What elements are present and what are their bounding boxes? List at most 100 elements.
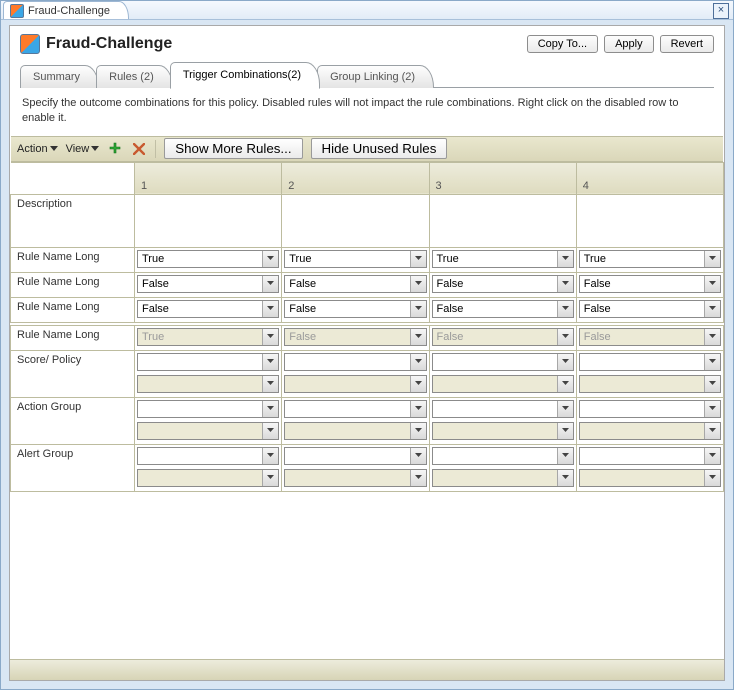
- alertgroup-col2-select[interactable]: [284, 447, 426, 465]
- rule2-col1-select[interactable]: False: [137, 275, 279, 293]
- header-blank: [11, 162, 135, 194]
- rule3-col3-select[interactable]: False: [432, 300, 574, 318]
- row-label-alert-group: Alert Group: [11, 444, 135, 491]
- row-rule-1: Rule Name Long True True True True: [11, 247, 724, 272]
- panel-icon: [20, 34, 40, 54]
- tab-description: Specify the outcome combinations for thi…: [10, 88, 724, 136]
- alertgroup2-col4-select[interactable]: [579, 469, 721, 487]
- titlebar: Fraud-Challenge ×: [1, 1, 733, 20]
- status-bar: [10, 659, 724, 680]
- actiongroup-col3-select[interactable]: [432, 400, 574, 418]
- actiongroup-col4-select[interactable]: [579, 400, 721, 418]
- delete-button[interactable]: [131, 141, 147, 157]
- row-rule-2: Rule Name Long False False False False: [11, 272, 724, 297]
- action-menu[interactable]: Action: [17, 143, 58, 155]
- tab-group-linking[interactable]: Group Linking (2): [317, 65, 434, 88]
- col-header-2[interactable]: 2: [282, 162, 429, 194]
- tab-bar: Summary Rules (2) Trigger Combinations(2…: [20, 62, 714, 88]
- actiongroup2-col2-select[interactable]: [284, 422, 426, 440]
- row-action-group: Action Group: [11, 397, 724, 444]
- column-header-row: 1 2 3 4: [11, 162, 724, 194]
- revert-button[interactable]: Revert: [660, 35, 714, 53]
- combinations-grid: 1 2 3 4 Description Rule Name Long True …: [10, 162, 724, 492]
- tab-summary[interactable]: Summary: [20, 65, 99, 88]
- row-score-policy: Score/ Policy: [11, 350, 724, 397]
- alertgroup-col4-select[interactable]: [579, 447, 721, 465]
- row-rule-3: Rule Name Long False False False False: [11, 297, 724, 322]
- view-menu[interactable]: View: [66, 143, 100, 155]
- rule2-col2-select[interactable]: False: [284, 275, 426, 293]
- col-header-3[interactable]: 3: [429, 162, 576, 194]
- score-col1-select[interactable]: [137, 353, 279, 371]
- window-tab-title: Fraud-Challenge: [28, 5, 110, 17]
- grid-empty-area: [10, 492, 724, 659]
- alertgroup2-col1-select[interactable]: [137, 469, 279, 487]
- score-col3-select[interactable]: [432, 353, 574, 371]
- grid-toolbar: Action View Show More Rules... Hide Unus…: [11, 136, 723, 162]
- policy-col4-select[interactable]: [579, 375, 721, 393]
- desc-cell-2[interactable]: [282, 194, 429, 247]
- plus-icon: [108, 142, 122, 156]
- main-panel: Fraud-Challenge Copy To... Apply Revert …: [9, 25, 725, 681]
- x-icon: [133, 143, 145, 155]
- row-label-rule2: Rule Name Long: [11, 272, 135, 297]
- app-icon: [10, 4, 24, 18]
- copy-to-button[interactable]: Copy To...: [527, 35, 598, 53]
- rule2-col4-select[interactable]: False: [579, 275, 721, 293]
- rule4-col3-select[interactable]: False: [432, 328, 574, 346]
- rule3-col2-select[interactable]: False: [284, 300, 426, 318]
- hide-unused-rules-button[interactable]: Hide Unused Rules: [311, 138, 448, 159]
- alertgroup2-col2-select[interactable]: [284, 469, 426, 487]
- rule1-col4-select[interactable]: True: [579, 250, 721, 268]
- policy-col2-select[interactable]: [284, 375, 426, 393]
- alertgroup2-col3-select[interactable]: [432, 469, 574, 487]
- rule1-col1-select[interactable]: True: [137, 250, 279, 268]
- row-label-rule1: Rule Name Long: [11, 247, 135, 272]
- toolbar-separator: [155, 140, 156, 158]
- col-header-1[interactable]: 1: [135, 162, 282, 194]
- rule3-col1-select[interactable]: False: [137, 300, 279, 318]
- policy-col1-select[interactable]: [137, 375, 279, 393]
- action-menu-label: Action: [17, 143, 48, 155]
- alertgroup-col3-select[interactable]: [432, 447, 574, 465]
- rule4-col4-select[interactable]: False: [579, 328, 721, 346]
- row-label-description: Description: [11, 194, 135, 247]
- row-description: Description: [11, 194, 724, 247]
- actiongroup2-col3-select[interactable]: [432, 422, 574, 440]
- row-label-rule3: Rule Name Long: [11, 297, 135, 322]
- view-menu-label: View: [66, 143, 90, 155]
- rule4-col1-select[interactable]: True: [137, 328, 279, 346]
- actiongroup2-col1-select[interactable]: [137, 422, 279, 440]
- desc-cell-3[interactable]: [429, 194, 576, 247]
- desc-cell-1[interactable]: [135, 194, 282, 247]
- add-button[interactable]: [107, 141, 123, 157]
- rule1-col3-select[interactable]: True: [432, 250, 574, 268]
- tab-trigger-combinations[interactable]: Trigger Combinations(2): [170, 62, 320, 89]
- app-window: Fraud-Challenge × Fraud-Challenge Copy T…: [0, 0, 734, 690]
- col-header-4[interactable]: 4: [576, 162, 723, 194]
- rule2-col3-select[interactable]: False: [432, 275, 574, 293]
- score-col2-select[interactable]: [284, 353, 426, 371]
- show-more-rules-button[interactable]: Show More Rules...: [164, 138, 302, 159]
- panel-header: Fraud-Challenge Copy To... Apply Revert: [10, 26, 724, 62]
- chevron-down-icon: [50, 146, 58, 152]
- actiongroup-col1-select[interactable]: [137, 400, 279, 418]
- row-rule-4-disabled[interactable]: Rule Name Long True False False False: [11, 325, 724, 350]
- actiongroup-col2-select[interactable]: [284, 400, 426, 418]
- row-alert-group: Alert Group: [11, 444, 724, 491]
- policy-col3-select[interactable]: [432, 375, 574, 393]
- rule4-col2-select[interactable]: False: [284, 328, 426, 346]
- page-title: Fraud-Challenge: [46, 35, 172, 53]
- rule1-col2-select[interactable]: True: [284, 250, 426, 268]
- window-tab[interactable]: Fraud-Challenge: [3, 1, 129, 19]
- score-col4-select[interactable]: [579, 353, 721, 371]
- tab-rules[interactable]: Rules (2): [96, 65, 173, 88]
- row-label-score: Score/ Policy: [11, 350, 135, 397]
- chevron-down-icon: [91, 146, 99, 152]
- window-close-button[interactable]: ×: [713, 3, 729, 19]
- alertgroup-col1-select[interactable]: [137, 447, 279, 465]
- desc-cell-4[interactable]: [576, 194, 723, 247]
- actiongroup2-col4-select[interactable]: [579, 422, 721, 440]
- rule3-col4-select[interactable]: False: [579, 300, 721, 318]
- apply-button[interactable]: Apply: [604, 35, 654, 53]
